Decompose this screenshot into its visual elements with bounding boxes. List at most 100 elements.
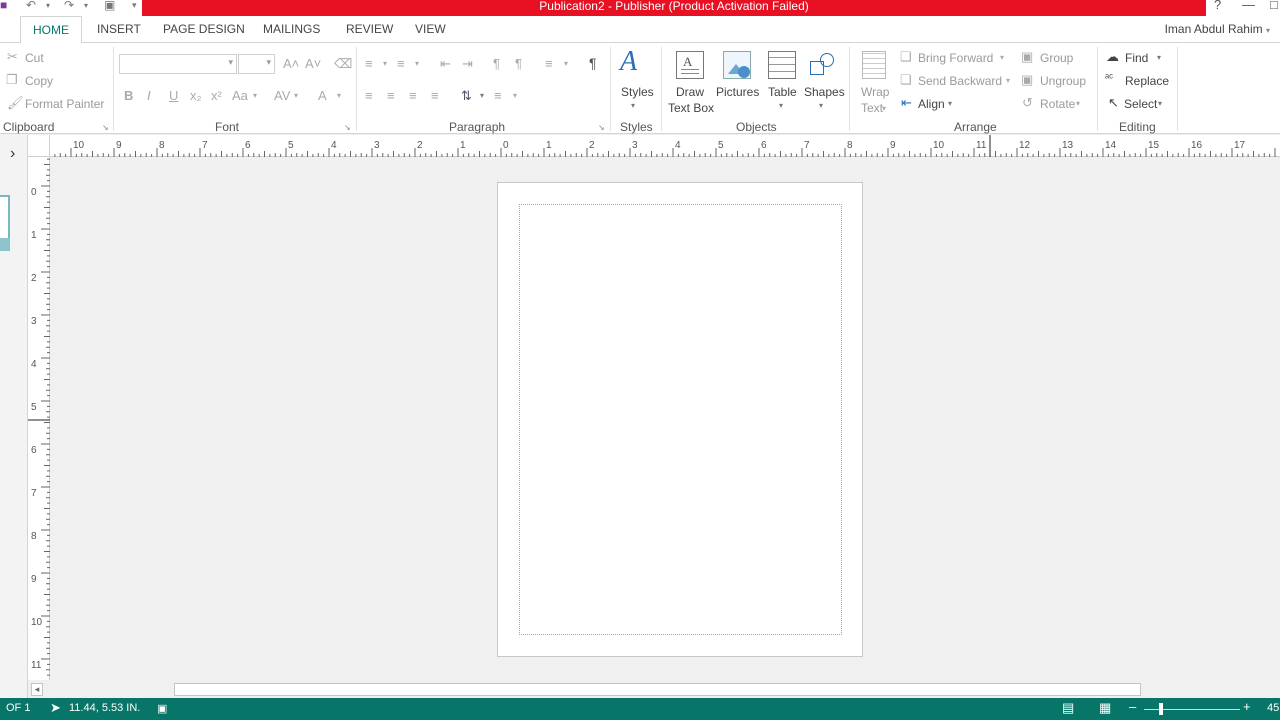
numbering-icon[interactable]: ≡ bbox=[397, 56, 405, 71]
format-painter-button[interactable]: Format Painter bbox=[25, 97, 104, 111]
line-spacing-dropdown-icon[interactable]: ▾ bbox=[480, 91, 484, 100]
undo-icon[interactable]: ↶ bbox=[26, 0, 36, 12]
styles-button[interactable]: Styles bbox=[621, 85, 654, 99]
table-dropdown-icon[interactable]: ▾ bbox=[779, 101, 783, 110]
select-button[interactable]: Select bbox=[1124, 97, 1157, 111]
select-dropdown-icon[interactable]: ▾ bbox=[1158, 99, 1162, 108]
font-launcher-icon[interactable]: ↘ bbox=[344, 123, 351, 132]
tab-review[interactable]: REVIEW bbox=[346, 22, 393, 36]
expand-pane-icon[interactable]: › bbox=[10, 145, 15, 163]
find-button[interactable]: Find bbox=[1125, 51, 1148, 65]
find-dropdown-icon[interactable]: ▾ bbox=[1157, 53, 1161, 62]
vertical-ruler[interactable]: 0 1 2 3 4 5 6 7 8 9 10 11 bbox=[28, 157, 50, 680]
ungroup-button[interactable]: Ungroup bbox=[1040, 74, 1086, 88]
table-icon[interactable] bbox=[768, 51, 796, 79]
tab-page-design[interactable]: PAGE DESIGN bbox=[163, 22, 245, 36]
numbering-dropdown-icon[interactable]: ▾ bbox=[415, 59, 419, 68]
replace-button[interactable]: Replace bbox=[1125, 74, 1169, 88]
rotate-button[interactable]: Rotate bbox=[1040, 97, 1075, 111]
wrap-text-dropdown-icon[interactable]: ▾ bbox=[882, 104, 886, 113]
print-preview-icon[interactable]: ▣ bbox=[104, 0, 115, 12]
align-right-icon[interactable]: ≡ bbox=[409, 88, 417, 103]
zoom-out-icon[interactable]: – bbox=[1129, 699, 1136, 714]
align-left-icon[interactable]: ≡ bbox=[365, 88, 373, 103]
bullets-icon[interactable]: ≡ bbox=[365, 56, 373, 71]
rtl-icon[interactable]: ¶ bbox=[515, 56, 522, 71]
table-button[interactable]: Table bbox=[768, 85, 797, 99]
rotate-dropdown-icon[interactable]: ▾ bbox=[1076, 99, 1080, 108]
italic-button[interactable]: I bbox=[147, 88, 151, 103]
font-color-dropdown-icon[interactable]: ▾ bbox=[337, 91, 341, 100]
bring-forward-button[interactable]: Bring Forward bbox=[918, 51, 993, 65]
align-center-icon[interactable]: ≡ bbox=[387, 88, 395, 103]
tab-view[interactable]: VIEW bbox=[415, 22, 446, 36]
redo-dropdown-icon[interactable]: ▾ bbox=[84, 1, 88, 10]
page-indicator[interactable]: OF 1 bbox=[6, 702, 30, 714]
font-size-combo[interactable]: ▾ bbox=[238, 54, 275, 74]
superscript-button[interactable]: x² bbox=[211, 88, 222, 103]
grow-font-icon[interactable]: A˄ bbox=[283, 56, 299, 71]
single-page-view-icon[interactable]: ▤ bbox=[1062, 700, 1074, 716]
send-backward-dropdown-icon[interactable]: ▾ bbox=[1006, 76, 1010, 85]
bring-forward-dropdown-icon[interactable]: ▾ bbox=[1000, 53, 1004, 62]
underline-button[interactable]: U bbox=[169, 88, 178, 103]
font-color-button[interactable]: A bbox=[318, 88, 327, 103]
align-button[interactable]: Align bbox=[918, 97, 945, 111]
justify-icon[interactable]: ≡ bbox=[431, 88, 439, 103]
pictures-icon[interactable] bbox=[723, 51, 751, 79]
zoom-level[interactable]: 45 bbox=[1267, 702, 1279, 714]
change-case-button[interactable]: Aa bbox=[232, 88, 248, 103]
change-case-dropdown-icon[interactable]: ▾ bbox=[253, 91, 257, 100]
bold-button[interactable]: B bbox=[124, 88, 133, 103]
zoom-slider-thumb[interactable] bbox=[1159, 703, 1163, 715]
clear-formatting-icon[interactable]: ⌫ bbox=[334, 56, 352, 72]
scroll-left-icon[interactable]: ◂ bbox=[31, 683, 43, 696]
tab-insert[interactable]: INSERT bbox=[97, 22, 141, 36]
wrap-text-icon[interactable] bbox=[862, 51, 886, 79]
customize-qat-icon[interactable]: ▾ bbox=[132, 0, 137, 11]
styles-dropdown-icon[interactable]: ▾ bbox=[631, 101, 635, 110]
character-spacing-button[interactable]: AV bbox=[274, 88, 290, 103]
paragraph-spacing-icon[interactable]: ≡ bbox=[494, 88, 502, 103]
character-spacing-dropdown-icon[interactable]: ▾ bbox=[294, 91, 298, 100]
horizontal-scrollbar-thumb[interactable] bbox=[174, 683, 1141, 696]
shrink-font-icon[interactable]: A˅ bbox=[305, 56, 321, 71]
zoom-in-icon[interactable]: + bbox=[1243, 699, 1251, 714]
ltr-icon[interactable]: ¶ bbox=[493, 56, 500, 71]
subscript-button[interactable]: x₂ bbox=[190, 88, 202, 103]
minimize-icon[interactable]: — bbox=[1242, 0, 1255, 12]
columns-dropdown-icon[interactable]: ▾ bbox=[564, 59, 568, 68]
help-icon[interactable]: ? bbox=[1214, 0, 1221, 12]
show-formatting-marks-button[interactable]: ¶ bbox=[589, 55, 597, 71]
send-backward-button[interactable]: Send Backward bbox=[918, 74, 1002, 88]
draw-text-box-icon[interactable]: A bbox=[676, 51, 704, 79]
decrease-indent-icon[interactable]: ⇤ bbox=[440, 56, 451, 72]
restore-icon[interactable]: □ bbox=[1270, 0, 1278, 12]
tab-home[interactable]: HOME bbox=[20, 16, 82, 43]
tab-mailings[interactable]: MAILINGS bbox=[263, 22, 320, 36]
cut-button[interactable]: Cut bbox=[25, 51, 44, 65]
horizontal-ruler[interactable]: 10 9 8 7 6 5 4 3 2 1 0 1 2 3 4 5 6 7 8 9 10 11 12 13 14 15 16 17 bbox=[27, 135, 1280, 157]
shapes-dropdown-icon[interactable]: ▾ bbox=[819, 101, 823, 110]
copy-button[interactable]: Copy bbox=[25, 74, 53, 88]
shapes-icon[interactable] bbox=[810, 51, 836, 77]
draw-text-box-label-2[interactable]: Text Box bbox=[668, 101, 714, 115]
pictures-button[interactable]: Pictures bbox=[716, 85, 759, 99]
font-name-combo[interactable]: ▾ bbox=[119, 54, 237, 74]
line-spacing-icon[interactable]: ⇅ bbox=[461, 88, 472, 104]
clipboard-launcher-icon[interactable]: ↘ bbox=[102, 123, 109, 132]
user-account[interactable]: Iman Abdul Rahim ▾ bbox=[1165, 22, 1270, 36]
shapes-button[interactable]: Shapes bbox=[804, 85, 845, 99]
align-dropdown-icon[interactable]: ▾ bbox=[948, 99, 952, 108]
paragraph-launcher-icon[interactable]: ↘ bbox=[598, 123, 605, 132]
undo-dropdown-icon[interactable]: ▾ bbox=[46, 1, 50, 10]
bullets-dropdown-icon[interactable]: ▾ bbox=[383, 59, 387, 68]
styles-icon[interactable]: A bbox=[620, 46, 637, 78]
wrap-text-label-2[interactable]: Text bbox=[861, 101, 883, 115]
paragraph-spacing-dropdown-icon[interactable]: ▾ bbox=[513, 91, 517, 100]
increase-indent-icon[interactable]: ⇥ bbox=[462, 56, 473, 72]
redo-icon[interactable]: ↷ bbox=[64, 0, 74, 12]
save-icon[interactable]: ■ bbox=[0, 0, 7, 12]
columns-icon[interactable]: ≡ bbox=[545, 56, 553, 71]
two-page-spread-icon[interactable]: ▦ bbox=[1099, 700, 1111, 716]
